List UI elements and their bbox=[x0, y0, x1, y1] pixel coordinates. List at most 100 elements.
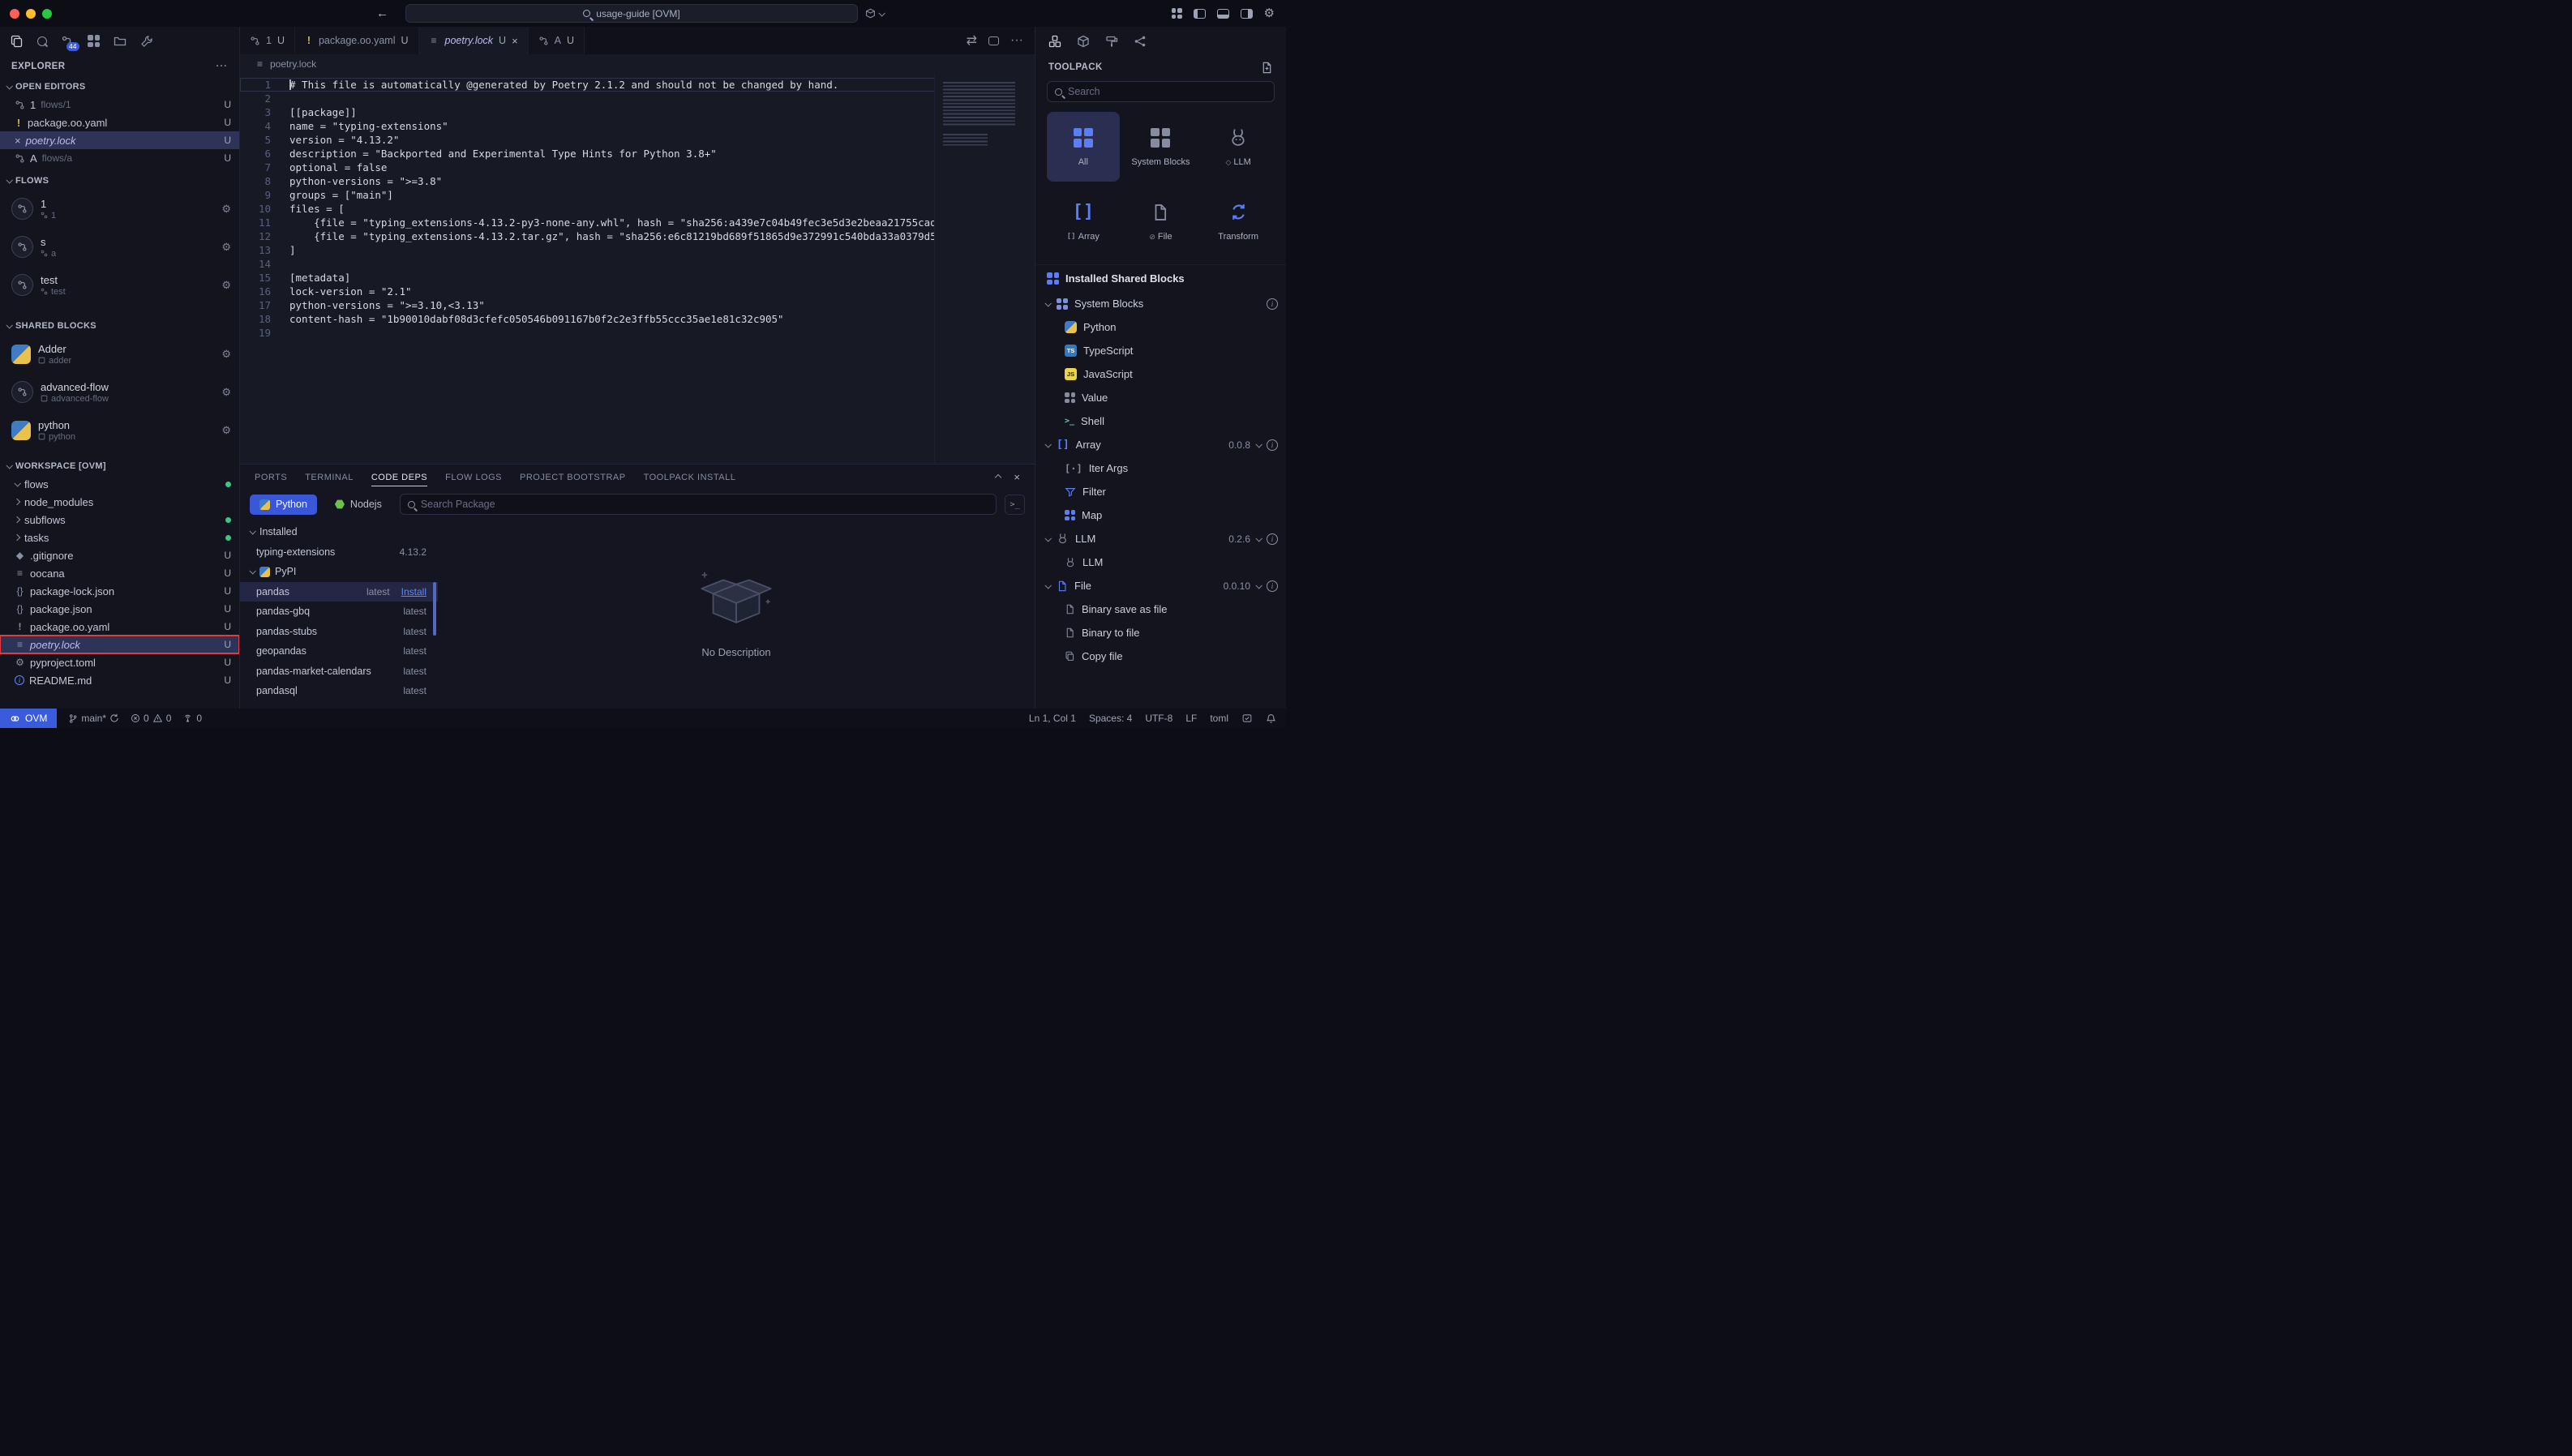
compare-changes-icon[interactable]: ⇄ bbox=[967, 32, 977, 49]
open-editor-item-active[interactable]: × poetry.lock U bbox=[0, 131, 239, 149]
code-line[interactable]: 8 python-versions = ">=3.8" bbox=[240, 174, 1035, 188]
code-line[interactable]: 17 python-versions = ">=3.10,<3.13" bbox=[240, 298, 1035, 312]
code-line[interactable]: 2 bbox=[240, 92, 1035, 105]
apps-grid-icon[interactable] bbox=[1172, 8, 1182, 19]
breadcrumb[interactable]: ≡ poetry.lock bbox=[240, 54, 1035, 74]
info-icon[interactable]: i bbox=[1267, 439, 1278, 451]
tab-flow-a[interactable]: A U bbox=[529, 27, 585, 54]
code-line[interactable]: 14 bbox=[240, 257, 1035, 271]
open-editor-item[interactable]: ! package.oo.yaml U bbox=[0, 113, 239, 131]
tab-code-deps[interactable]: CODE DEPS bbox=[371, 473, 427, 486]
code-line[interactable]: 11 {file = "typing_extensions-4.13.2-py3… bbox=[240, 216, 1035, 229]
code-line[interactable]: 10 files = [ bbox=[240, 202, 1035, 216]
indentation[interactable]: Spaces: 4 bbox=[1089, 713, 1132, 724]
close-window-button[interactable] bbox=[10, 9, 19, 19]
block-shell[interactable]: >_Shell bbox=[1035, 409, 1286, 433]
gear-icon[interactable]: ⚙ bbox=[221, 348, 231, 361]
tile-transform[interactable]: Transform bbox=[1202, 186, 1275, 256]
workspace-file[interactable]: ⚙ pyproject.toml U bbox=[0, 653, 239, 671]
group-file[interactable]: File 0.0.10 i bbox=[1035, 574, 1286, 597]
block-llm[interactable]: LLM bbox=[1035, 550, 1286, 574]
workspace-folder[interactable]: tasks bbox=[0, 529, 239, 546]
info-icon[interactable]: i bbox=[1267, 580, 1278, 592]
share-icon[interactable] bbox=[1134, 35, 1147, 48]
block-binary-to-file[interactable]: Binary to file bbox=[1035, 621, 1286, 644]
search-icon[interactable] bbox=[37, 36, 47, 46]
tile-file[interactable]: ⊘File bbox=[1125, 186, 1198, 256]
block-filter[interactable]: Filter bbox=[1035, 480, 1286, 503]
tab-package-oo-yaml[interactable]: ! package.oo.yaml U bbox=[295, 27, 419, 54]
version-select[interactable]: 0.0.10 bbox=[1224, 580, 1250, 592]
group-system-blocks[interactable]: System Blocks i bbox=[1035, 292, 1286, 315]
code-line[interactable]: 16 lock-version = "2.1" bbox=[240, 285, 1035, 298]
shared-blocks-section-header[interactable]: SHARED BLOCKS bbox=[0, 317, 239, 335]
folder-icon[interactable] bbox=[114, 35, 126, 48]
remote-indicator[interactable]: OVM bbox=[0, 709, 57, 728]
code-line[interactable]: 1 # This file is automatically @generate… bbox=[240, 78, 1035, 92]
maximize-panel-icon[interactable] bbox=[995, 473, 1001, 480]
flow-list-item[interactable]: 1 1 ⚙ bbox=[0, 190, 239, 228]
eol-sequence[interactable]: LF bbox=[1185, 713, 1197, 724]
tools-wrench-icon[interactable] bbox=[140, 35, 153, 48]
python-registry-button[interactable]: Python bbox=[250, 495, 317, 515]
ports-item[interactable]: 0 bbox=[182, 713, 202, 724]
info-icon[interactable]: i bbox=[1267, 533, 1278, 545]
code-line[interactable]: 18 content-hash = "1b90010dabf08d3cfefc0… bbox=[240, 312, 1035, 326]
maximize-window-button[interactable] bbox=[42, 9, 52, 19]
code-line[interactable]: 9 groups = ["main"] bbox=[240, 188, 1035, 202]
tab-flow-1[interactable]: 1 U bbox=[240, 27, 295, 54]
open-editor-item[interactable]: 1 flows/1 U bbox=[0, 96, 239, 113]
new-toolpack-icon[interactable] bbox=[1261, 62, 1273, 74]
installed-group-header[interactable]: Installed bbox=[240, 522, 438, 542]
tab-terminal[interactable]: TERMINAL bbox=[305, 473, 354, 482]
code-line[interactable]: 4 name = "typing-extensions" bbox=[240, 119, 1035, 133]
problems-item[interactable]: 0 0 bbox=[131, 713, 171, 724]
close-tab-icon[interactable]: × bbox=[512, 35, 518, 47]
workspace-folder[interactable]: subflows bbox=[0, 511, 239, 529]
minimap[interactable] bbox=[934, 74, 1035, 464]
close-panel-icon[interactable]: × bbox=[1014, 471, 1020, 483]
gear-icon[interactable]: ⚙ bbox=[221, 241, 231, 254]
split-editor-icon[interactable] bbox=[988, 36, 999, 45]
workspace-file[interactable]: i README.md U bbox=[0, 671, 239, 689]
settings-gear-icon[interactable]: ⚙ bbox=[1264, 7, 1275, 19]
tile-array[interactable]: [] []Array bbox=[1047, 186, 1120, 256]
code-editor[interactable]: 1 # This file is automatically @generate… bbox=[240, 74, 1035, 464]
workspace-section-header[interactable]: WORKSPACE [OVM] bbox=[0, 457, 239, 475]
workspace-folder[interactable]: flows bbox=[0, 475, 239, 493]
code-line[interactable]: 7 optional = false bbox=[240, 161, 1035, 174]
nodejs-registry-button[interactable]: Nodejs bbox=[325, 495, 392, 515]
git-branch-item[interactable]: main* bbox=[68, 713, 119, 724]
code-line[interactable]: 13 ] bbox=[240, 243, 1035, 257]
block-python[interactable]: Python bbox=[1035, 315, 1286, 339]
tile-all[interactable]: All bbox=[1047, 112, 1120, 182]
gear-icon[interactable]: ⚙ bbox=[221, 424, 231, 437]
group-array[interactable]: [] Array 0.0.8 i bbox=[1035, 433, 1286, 456]
tab-project-bootstrap[interactable]: PROJECT BOOTSTRAP bbox=[520, 473, 626, 482]
gear-icon[interactable]: ⚙ bbox=[221, 279, 231, 292]
code-line[interactable]: 5 version = "4.13.2" bbox=[240, 133, 1035, 147]
flow-list-item[interactable]: s a ⚙ bbox=[0, 228, 239, 266]
code-line[interactable]: 6 description = "Backported and Experime… bbox=[240, 147, 1035, 161]
workspace-file[interactable]: {} package-lock.json U bbox=[0, 582, 239, 600]
scrollbar-thumb[interactable] bbox=[433, 582, 436, 636]
bell-icon[interactable] bbox=[1266, 713, 1276, 724]
workspace-file[interactable]: ! package.oo.yaml U bbox=[0, 618, 239, 636]
tab-ports[interactable]: PORTS bbox=[255, 473, 287, 482]
block-javascript[interactable]: JSJavaScript bbox=[1035, 362, 1286, 386]
explorer-files-icon[interactable] bbox=[11, 35, 24, 48]
code-line[interactable]: 3 [[package]] bbox=[240, 105, 1035, 119]
workspace-folder[interactable]: node_modules bbox=[0, 493, 239, 511]
flows-activity-icon[interactable]: 44 bbox=[61, 35, 74, 48]
layout-check-icon[interactable] bbox=[1241, 713, 1253, 723]
version-select[interactable]: 0.0.8 bbox=[1228, 439, 1250, 451]
code-line[interactable]: 15 [metadata] bbox=[240, 271, 1035, 285]
group-llm[interactable]: LLM 0.2.6 i bbox=[1035, 527, 1286, 550]
tile-system-blocks[interactable]: System Blocks bbox=[1125, 112, 1198, 182]
block-map[interactable]: Map bbox=[1035, 503, 1286, 527]
shared-block-item[interactable]: Adder adder ⚙ bbox=[0, 335, 239, 373]
package-search-input[interactable] bbox=[421, 499, 988, 510]
blocks-activity-icon[interactable] bbox=[88, 35, 100, 47]
toolpack-search-input[interactable] bbox=[1068, 86, 1267, 97]
language-mode[interactable]: toml bbox=[1210, 713, 1228, 724]
